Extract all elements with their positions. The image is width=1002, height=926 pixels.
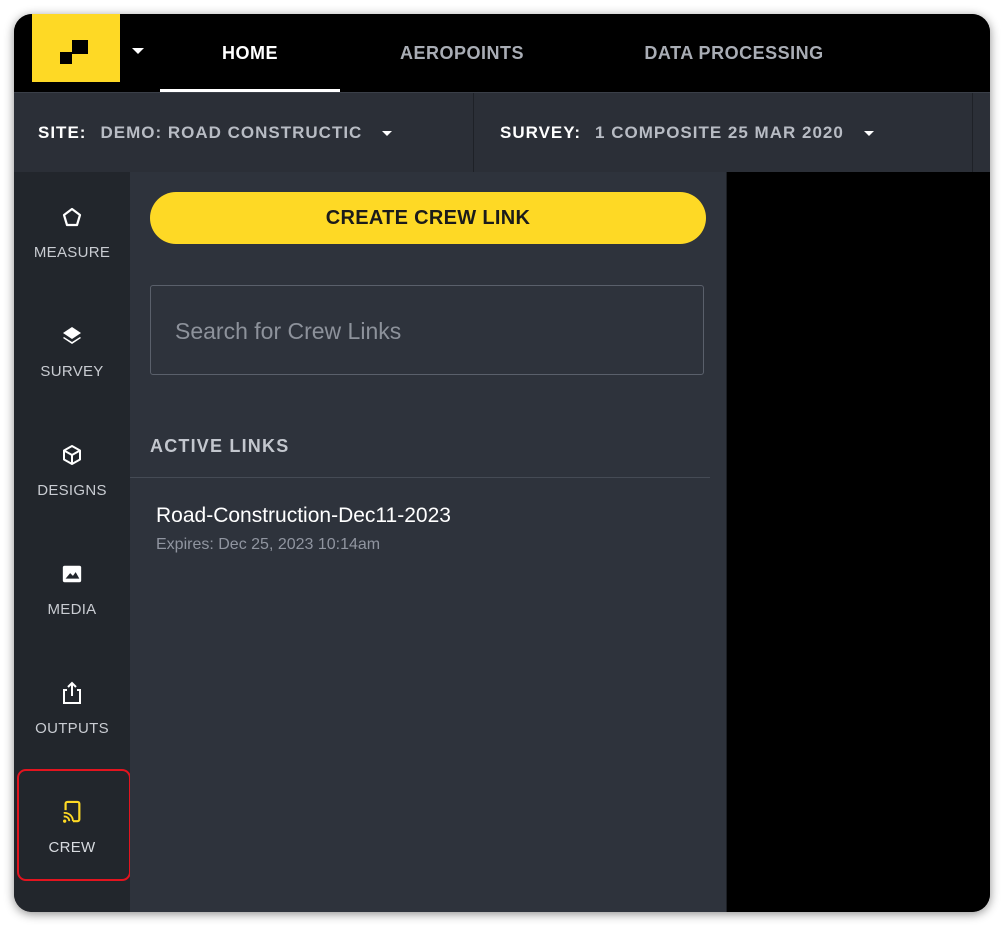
rail-label: SURVEY (40, 363, 104, 380)
site-value: DEMO: ROAD CONSTRUCTIC (100, 123, 363, 142)
crew-panel: CREATE CREW LINK ACTIVE LINKS Road-Const… (130, 172, 726, 912)
section-title: ACTIVE LINKS (150, 436, 290, 456)
site-survey-bar: SITE: DEMO: ROAD CONSTRUCTIC SURVEY: 1 C… (14, 92, 990, 173)
rail-item-outputs[interactable]: OUTPUTS (14, 648, 130, 766)
divider (473, 93, 474, 173)
crew-link-expiry: Expires: Dec 25, 2023 10:14am (156, 536, 381, 553)
app-window: HOME AEROPOINTS DATA PROCESSING SITE: DE… (14, 14, 990, 912)
rail-label: MEASURE (33, 244, 111, 261)
rail-label: MEDIA (47, 601, 97, 618)
tab-home-label: HOME (222, 42, 278, 63)
site-label: SITE: (38, 123, 87, 142)
divider (130, 477, 710, 478)
cube-icon (61, 444, 83, 466)
tab-data-processing[interactable]: DATA PROCESSING (614, 14, 854, 92)
survey-label: SURVEY: (500, 123, 582, 142)
rail-item-survey[interactable]: SURVEY (14, 291, 130, 409)
divider (972, 93, 973, 173)
layers-icon (61, 325, 83, 347)
image-icon (61, 563, 83, 585)
crew-link-name: Road-Construction-Dec11-2023 (156, 504, 451, 527)
tab-aeropoints-label: AEROPOINTS (399, 42, 524, 63)
logo[interactable] (32, 14, 120, 82)
rail-item-media[interactable]: MEDIA (14, 529, 130, 647)
rail-item-measure[interactable]: MEASURE (14, 172, 130, 290)
site-selector[interactable]: SITE: DEMO: ROAD CONSTRUCTIC (38, 93, 458, 173)
chevron-down-icon (863, 130, 874, 136)
list-item[interactable]: Road-Construction-Dec11-2023 Expires: De… (156, 504, 696, 564)
rail-label: DESIGNS (37, 482, 107, 499)
top-nav: HOME AEROPOINTS DATA PROCESSING (14, 14, 990, 92)
pentagon-icon (61, 206, 83, 228)
chevron-down-icon[interactable] (132, 48, 144, 54)
rail-item-designs[interactable]: DESIGNS (14, 410, 130, 528)
create-crew-link-button[interactable]: CREATE CREW LINK (150, 192, 706, 244)
survey-selector[interactable]: SURVEY: 1 COMPOSITE 25 MAR 2020 (500, 93, 960, 173)
tab-home[interactable]: HOME (160, 14, 340, 92)
chevron-down-icon (382, 130, 393, 136)
map-viewport[interactable] (726, 172, 990, 912)
share-icon (61, 681, 83, 704)
tab-data-processing-label: DATA PROCESSING (644, 42, 824, 63)
search-input[interactable] (173, 286, 677, 376)
crew-highlight-outline (17, 769, 131, 881)
search-field[interactable] (150, 285, 704, 376)
rail-label: OUTPUTS (35, 720, 109, 737)
survey-value: 1 COMPOSITE 25 MAR 2020 (595, 123, 844, 142)
tab-aeropoints[interactable]: AEROPOINTS (374, 14, 550, 92)
side-rail: MEASURE SURVEY DESIGNS MEDIA OUTPUTS CRE… (14, 172, 131, 912)
